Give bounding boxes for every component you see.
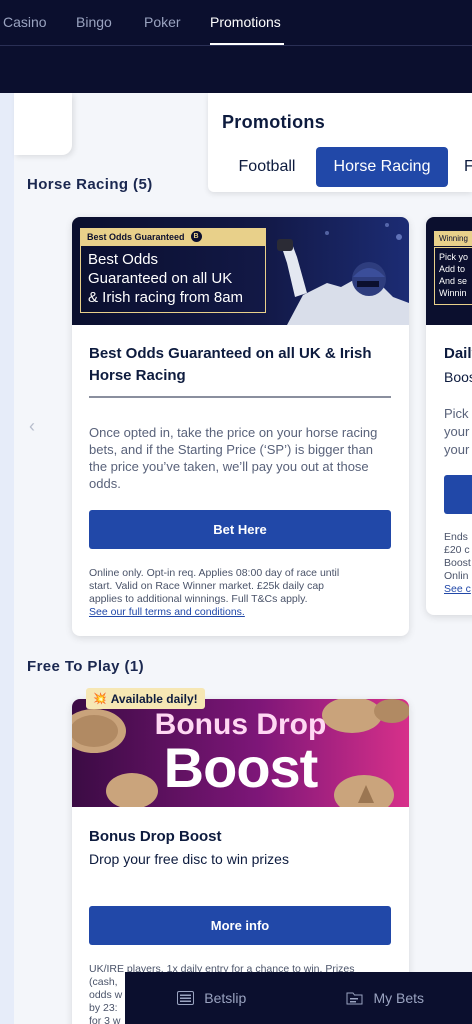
my-bets-tab[interactable]: My Bets — [299, 972, 472, 1024]
terms-link[interactable]: See c — [444, 583, 471, 595]
previous-card-fragment — [14, 93, 72, 155]
description-line: Pick — [444, 406, 469, 421]
more-info-button[interactable]: More info — [89, 906, 391, 945]
boost-badge-icon: B — [190, 231, 202, 242]
card-title: Bonus Drop Boost — [89, 828, 222, 845]
description-line: your — [444, 442, 470, 457]
section-title-free-to-play: Free To Play (1) — [27, 658, 144, 675]
promo-card-best-odds: Best Odds Guaranteed B Best Odds Guarant… — [72, 217, 409, 636]
card-title-line: Best Odds Guaranteed on all UK & Irish — [89, 345, 372, 362]
banner-tag: Winning — [434, 231, 472, 246]
promo-banner-daily: Winning Pick yo Add to And se Winnin — [426, 217, 472, 325]
banner-line: Winnin — [439, 288, 467, 298]
betslip-label: Betslip — [204, 990, 247, 1006]
my-bets-label: My Bets — [373, 990, 425, 1006]
terms-line: Ends — [444, 531, 468, 543]
top-navigation: Casino Bingo Poker Promotions — [0, 0, 472, 46]
card-title-line: Horse Racing — [89, 367, 186, 384]
banner-headline: Pick yo Add to And se Winnin — [434, 247, 472, 305]
filter-next[interactable]: F — [464, 147, 472, 187]
betslip-tab[interactable]: Betslip — [125, 972, 299, 1024]
card-description: Once opted in, take the price on your ho… — [89, 424, 395, 492]
filter-football[interactable]: Football — [222, 147, 312, 187]
jockey-illustration — [277, 223, 409, 325]
card-title: Best Odds Guaranteed on all UK & Irish H… — [89, 343, 372, 387]
description-line: bets, and if the Starting Price (‘SP’) i… — [89, 442, 373, 457]
banner-line: & Irish racing from 8am — [88, 289, 244, 306]
card-subtitle: Boos — [444, 369, 472, 385]
terms-line: £20 c — [444, 544, 470, 556]
section-title-horse-racing: Horse Racing (5) — [27, 176, 153, 193]
promotions-filter-panel: Promotions Football Horse Racing F — [208, 93, 472, 192]
filter-horse-racing[interactable]: Horse Racing — [316, 147, 448, 187]
terms-link[interactable]: See our full terms and conditions. — [89, 606, 245, 618]
promo-banner-best-odds: Best Odds Guaranteed B Best Odds Guarant… — [72, 217, 409, 325]
badge-label: Available daily! — [110, 691, 198, 706]
banner-line: Boost — [163, 736, 319, 799]
banner-line: Best Odds — [88, 251, 159, 268]
bottom-bar: Betslip My Bets — [125, 972, 472, 1024]
available-daily-badge: 💥 Available daily! — [86, 688, 205, 709]
banner-line: And se — [439, 276, 468, 286]
description-line: your — [444, 424, 470, 439]
banner-headline: Best Odds Guaranteed on all UK & Irish r… — [80, 245, 266, 313]
promo-banner-bonus-drop: Bonus Drop Boost — [72, 699, 409, 807]
card-description: Pick your your — [444, 405, 469, 459]
card-divider — [89, 396, 391, 398]
description-line: the price you’ve taken, we’ll pay you ou… — [89, 459, 369, 474]
card-terms: Ends £20 c Boost Onlin — [444, 531, 471, 583]
terms-line: Online only. Opt-in req. Applies 08:00 d… — [89, 567, 340, 579]
banner-line: Pick yo — [439, 252, 469, 262]
terms-line: start. Valid on Race Winner market. £25k… — [89, 580, 324, 592]
left-gutter — [0, 93, 14, 1024]
description-line: odds. — [89, 476, 121, 491]
my-bets-icon — [346, 992, 363, 1005]
description-line: Once opted in, take the price on your ho… — [89, 425, 378, 440]
bet-here-button[interactable]: Bet Here — [89, 510, 391, 549]
betslip-icon — [177, 991, 195, 1005]
card-cta-button[interactable] — [444, 475, 472, 514]
banner-line: Guaranteed on all UK — [88, 270, 233, 287]
terms-line: Boost — [444, 557, 471, 569]
header-band — [0, 46, 472, 93]
tab-poker[interactable]: Poker — [144, 14, 181, 30]
terms-line: Onlin — [444, 570, 469, 582]
card-title: Daily — [444, 345, 472, 362]
terms-line: applies to additional winnings. Full T&C… — [89, 593, 308, 605]
card-subtitle: Drop your free disc to win prizes — [89, 851, 289, 867]
tab-bingo[interactable]: Bingo — [76, 14, 112, 30]
banner-line: Add to — [439, 264, 466, 274]
banner-tag-label: Best Odds Guaranteed — [87, 231, 185, 242]
banner-tag: Best Odds Guaranteed B — [80, 228, 266, 245]
tab-casino[interactable]: Casino — [3, 14, 47, 30]
tab-promotions[interactable]: Promotions — [210, 14, 281, 30]
promo-card-daily-boost: Winning Pick yo Add to And se Winnin Dai… — [426, 217, 472, 615]
burst-icon: 💥 — [93, 693, 107, 705]
card-terms: Online only. Opt-in req. Applies 08:00 d… — [89, 567, 395, 606]
carousel-prev-arrow[interactable]: ‹ — [29, 416, 35, 437]
promotions-title: Promotions — [222, 112, 326, 132]
